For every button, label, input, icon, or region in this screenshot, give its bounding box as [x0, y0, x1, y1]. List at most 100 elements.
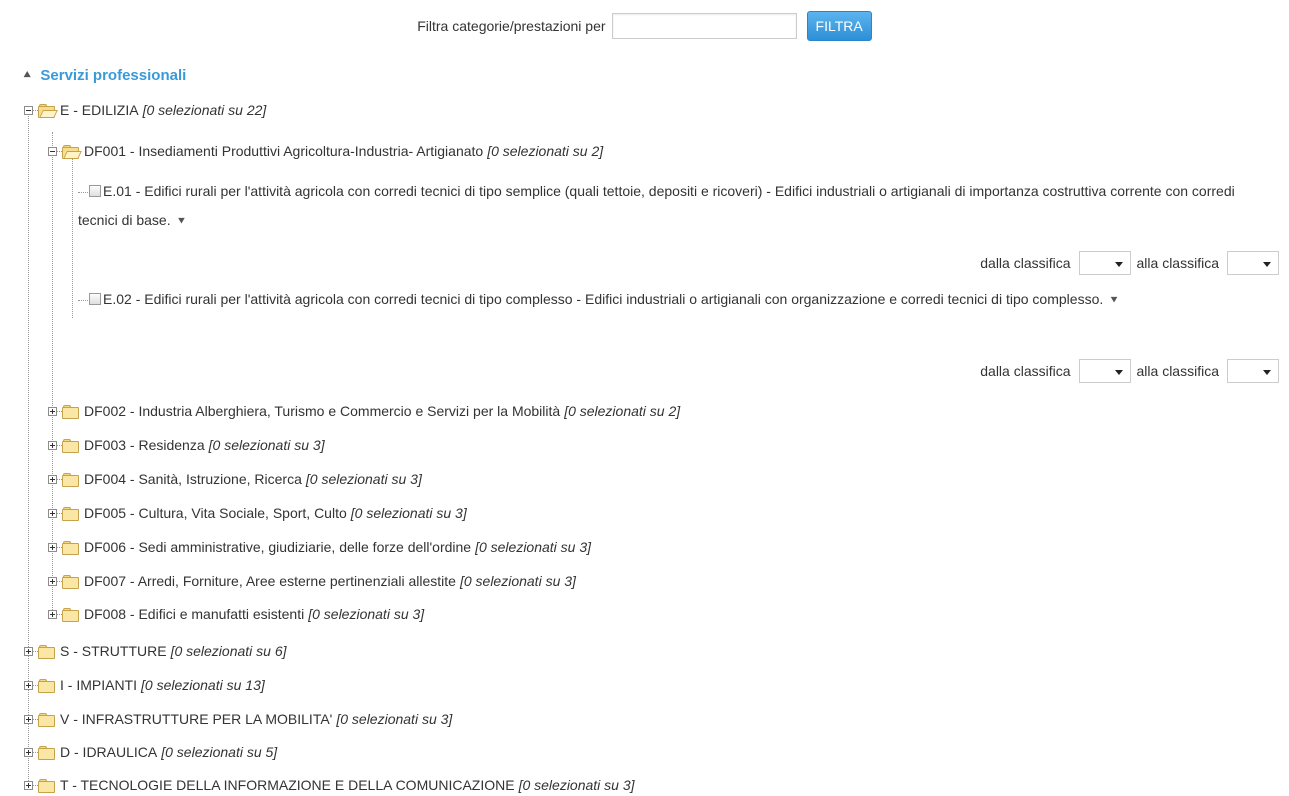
folder-icon — [38, 745, 55, 760]
folder-open-icon — [62, 144, 82, 159]
tree-node-label[interactable]: DF008 - Edifici e manufatti esistenti — [84, 606, 304, 622]
folder-open-icon — [38, 103, 58, 118]
selection-count: [0 selezionati su 6] — [170, 643, 287, 659]
tree-node-label[interactable]: DF006 - Sedi amministrative, giudiziarie… — [84, 539, 471, 555]
selection-count: [0 selezionati su 2] — [487, 143, 604, 159]
collapse-toggle-icon[interactable] — [48, 146, 57, 156]
folder-icon — [62, 607, 79, 622]
item-description: E.02 - Edifici rurali per l'attività agr… — [103, 291, 1104, 307]
folder-icon — [62, 540, 79, 555]
tree-node-label[interactable]: DF007 - Arredi, Forniture, Aree esterne … — [84, 573, 456, 589]
selection-count: [0 selezionati su 3] — [305, 471, 422, 487]
expand-toggle-icon[interactable] — [48, 440, 57, 450]
from-classifica-label: dalla classifica — [980, 363, 1071, 379]
selection-count: [0 selezionati su 3] — [336, 711, 453, 727]
folder-icon — [62, 506, 79, 521]
tree-node-impianti[interactable]: I - IMPIANTI [0 selezionati su 13] — [24, 674, 265, 696]
folder-icon — [38, 678, 55, 693]
double-chevron-up-icon[interactable]: ⯅ — [22, 68, 32, 83]
tree-node-df002[interactable]: DF002 - Industria Alberghiera, Turismo e… — [48, 400, 680, 422]
section-header[interactable]: ⯅ Servizi professionali — [22, 64, 186, 86]
classifica-range: dalla classifica alla classifica — [980, 251, 1279, 275]
selection-count: [0 selezionati su 3] — [350, 505, 467, 521]
selection-count: [0 selezionati su 3] — [459, 573, 576, 589]
tree-node-label[interactable]: S - STRUTTURE — [60, 643, 167, 659]
chevron-down-icon — [1114, 262, 1123, 267]
folder-icon — [38, 644, 55, 659]
to-classifica-label: alla classifica — [1136, 363, 1219, 379]
tree-node-label[interactable]: T - TECNOLOGIE DELLA INFORMAZIONE E DELL… — [60, 777, 515, 793]
selection-count: [0 selezionati su 3] — [475, 539, 592, 555]
item-checkbox[interactable] — [89, 185, 101, 197]
from-classifica-label: dalla classifica — [980, 255, 1071, 271]
tree-node-label[interactable]: DF003 - Residenza — [84, 437, 205, 453]
expand-toggle-icon[interactable] — [48, 406, 57, 416]
chevron-down-icon — [1114, 370, 1123, 375]
item-checkbox[interactable] — [89, 293, 101, 305]
expand-toggle-icon[interactable] — [48, 508, 57, 518]
chevron-down-icon — [1263, 262, 1271, 267]
expand-toggle-icon[interactable] — [48, 609, 57, 619]
folder-icon — [62, 472, 79, 487]
classifica-range: dalla classifica alla classifica — [980, 359, 1279, 383]
filter-label: Filtra categorie/prestazioni per — [417, 18, 606, 34]
tree-guide-line — [72, 158, 73, 318]
from-classifica-select[interactable] — [1078, 251, 1131, 275]
expand-toggle-icon[interactable] — [24, 646, 33, 656]
tree-node-df005[interactable]: DF005 - Cultura, Vita Sociale, Sport, Cu… — [48, 502, 467, 524]
filter-button[interactable]: FILTRA — [806, 11, 872, 41]
selection-count: [0 selezionati su 3] — [518, 777, 635, 793]
double-chevron-down-icon[interactable]: ⯆ — [1109, 293, 1119, 307]
tree-node-df008[interactable]: DF008 - Edifici e manufatti esistenti [0… — [48, 603, 424, 625]
selection-count: [0 selezionati su 3] — [308, 606, 425, 622]
tree-node-df003[interactable]: DF003 - Residenza [0 selezionati su 3] — [48, 434, 325, 456]
tree-node-df007[interactable]: DF007 - Arredi, Forniture, Aree esterne … — [48, 570, 576, 592]
to-classifica-label: alla classifica — [1136, 255, 1219, 271]
selection-count: [0 selezionati su 22] — [142, 102, 267, 118]
folder-icon — [62, 574, 79, 589]
selection-count: [0 selezionati su 13] — [141, 677, 265, 693]
list-item-e02: E.02 - Edifici rurali per l'attività agr… — [78, 285, 1268, 315]
tree-node-idraulica[interactable]: D - IDRAULICA [0 selezionati su 5] — [24, 741, 277, 763]
tree-node-label[interactable]: I - IMPIANTI — [60, 677, 137, 693]
to-classifica-select[interactable] — [1227, 359, 1279, 383]
expand-toggle-icon[interactable] — [48, 474, 57, 484]
tree-node-df004[interactable]: DF004 - Sanità, Istruzione, Ricerca [0 s… — [48, 468, 422, 490]
tree-node-label[interactable]: DF005 - Cultura, Vita Sociale, Sport, Cu… — [84, 505, 347, 521]
tree-node-edilizia[interactable]: E - EDILIZIA [0 selezionati su 22] — [24, 99, 266, 121]
tree-node-df001[interactable]: DF001 - Insediamenti Produttivi Agricolt… — [48, 140, 603, 162]
expand-toggle-icon[interactable] — [24, 747, 33, 757]
tree-node-strutture[interactable]: S - STRUTTURE [0 selezionati su 6] — [24, 640, 287, 662]
filter-bar: Filtra categorie/prestazioni per FILTRA — [0, 11, 1289, 41]
expand-toggle-icon[interactable] — [48, 542, 57, 552]
tree-node-label[interactable]: DF002 - Industria Alberghiera, Turismo e… — [84, 403, 560, 419]
folder-icon — [38, 778, 55, 793]
tree-node-label[interactable]: V - INFRASTRUTTURE PER LA MOBILITA' — [60, 711, 332, 727]
tree-node-label[interactable]: DF004 - Sanità, Istruzione, Ricerca — [84, 471, 302, 487]
filter-input[interactable] — [611, 13, 797, 39]
from-classifica-select[interactable] — [1078, 359, 1131, 383]
expand-toggle-icon[interactable] — [48, 576, 57, 586]
folder-icon — [62, 404, 79, 419]
chevron-down-icon — [1263, 370, 1271, 375]
list-item-e01: E.01 - Edifici rurali per l'attività agr… — [78, 177, 1268, 236]
tree-node-df006[interactable]: DF006 - Sedi amministrative, giudiziarie… — [48, 536, 591, 558]
tree-node-tecnologie[interactable]: T - TECNOLOGIE DELLA INFORMAZIONE E DELL… — [24, 774, 635, 796]
tree-node-label[interactable]: DF001 - Insediamenti Produttivi Agricolt… — [84, 143, 483, 159]
section-title[interactable]: Servizi professionali — [40, 67, 186, 84]
tree-node-label[interactable]: D - IDRAULICA — [60, 744, 157, 760]
selection-count: [0 selezionati su 3] — [208, 437, 325, 453]
item-description: E.01 - Edifici rurali per l'attività agr… — [78, 183, 1235, 228]
expand-toggle-icon[interactable] — [24, 780, 33, 790]
tree-node-infrastrutture[interactable]: V - INFRASTRUTTURE PER LA MOBILITA' [0 s… — [24, 708, 452, 730]
double-chevron-down-icon[interactable]: ⯆ — [177, 214, 187, 228]
to-classifica-select[interactable] — [1227, 251, 1279, 275]
tree-node-label[interactable]: E - EDILIZIA — [60, 102, 139, 118]
selection-count: [0 selezionati su 2] — [564, 403, 681, 419]
expand-toggle-icon[interactable] — [24, 714, 33, 724]
folder-icon — [38, 712, 55, 727]
selection-count: [0 selezionati su 5] — [161, 744, 278, 760]
folder-icon — [62, 438, 79, 453]
collapse-toggle-icon[interactable] — [24, 105, 33, 115]
expand-toggle-icon[interactable] — [24, 680, 33, 690]
